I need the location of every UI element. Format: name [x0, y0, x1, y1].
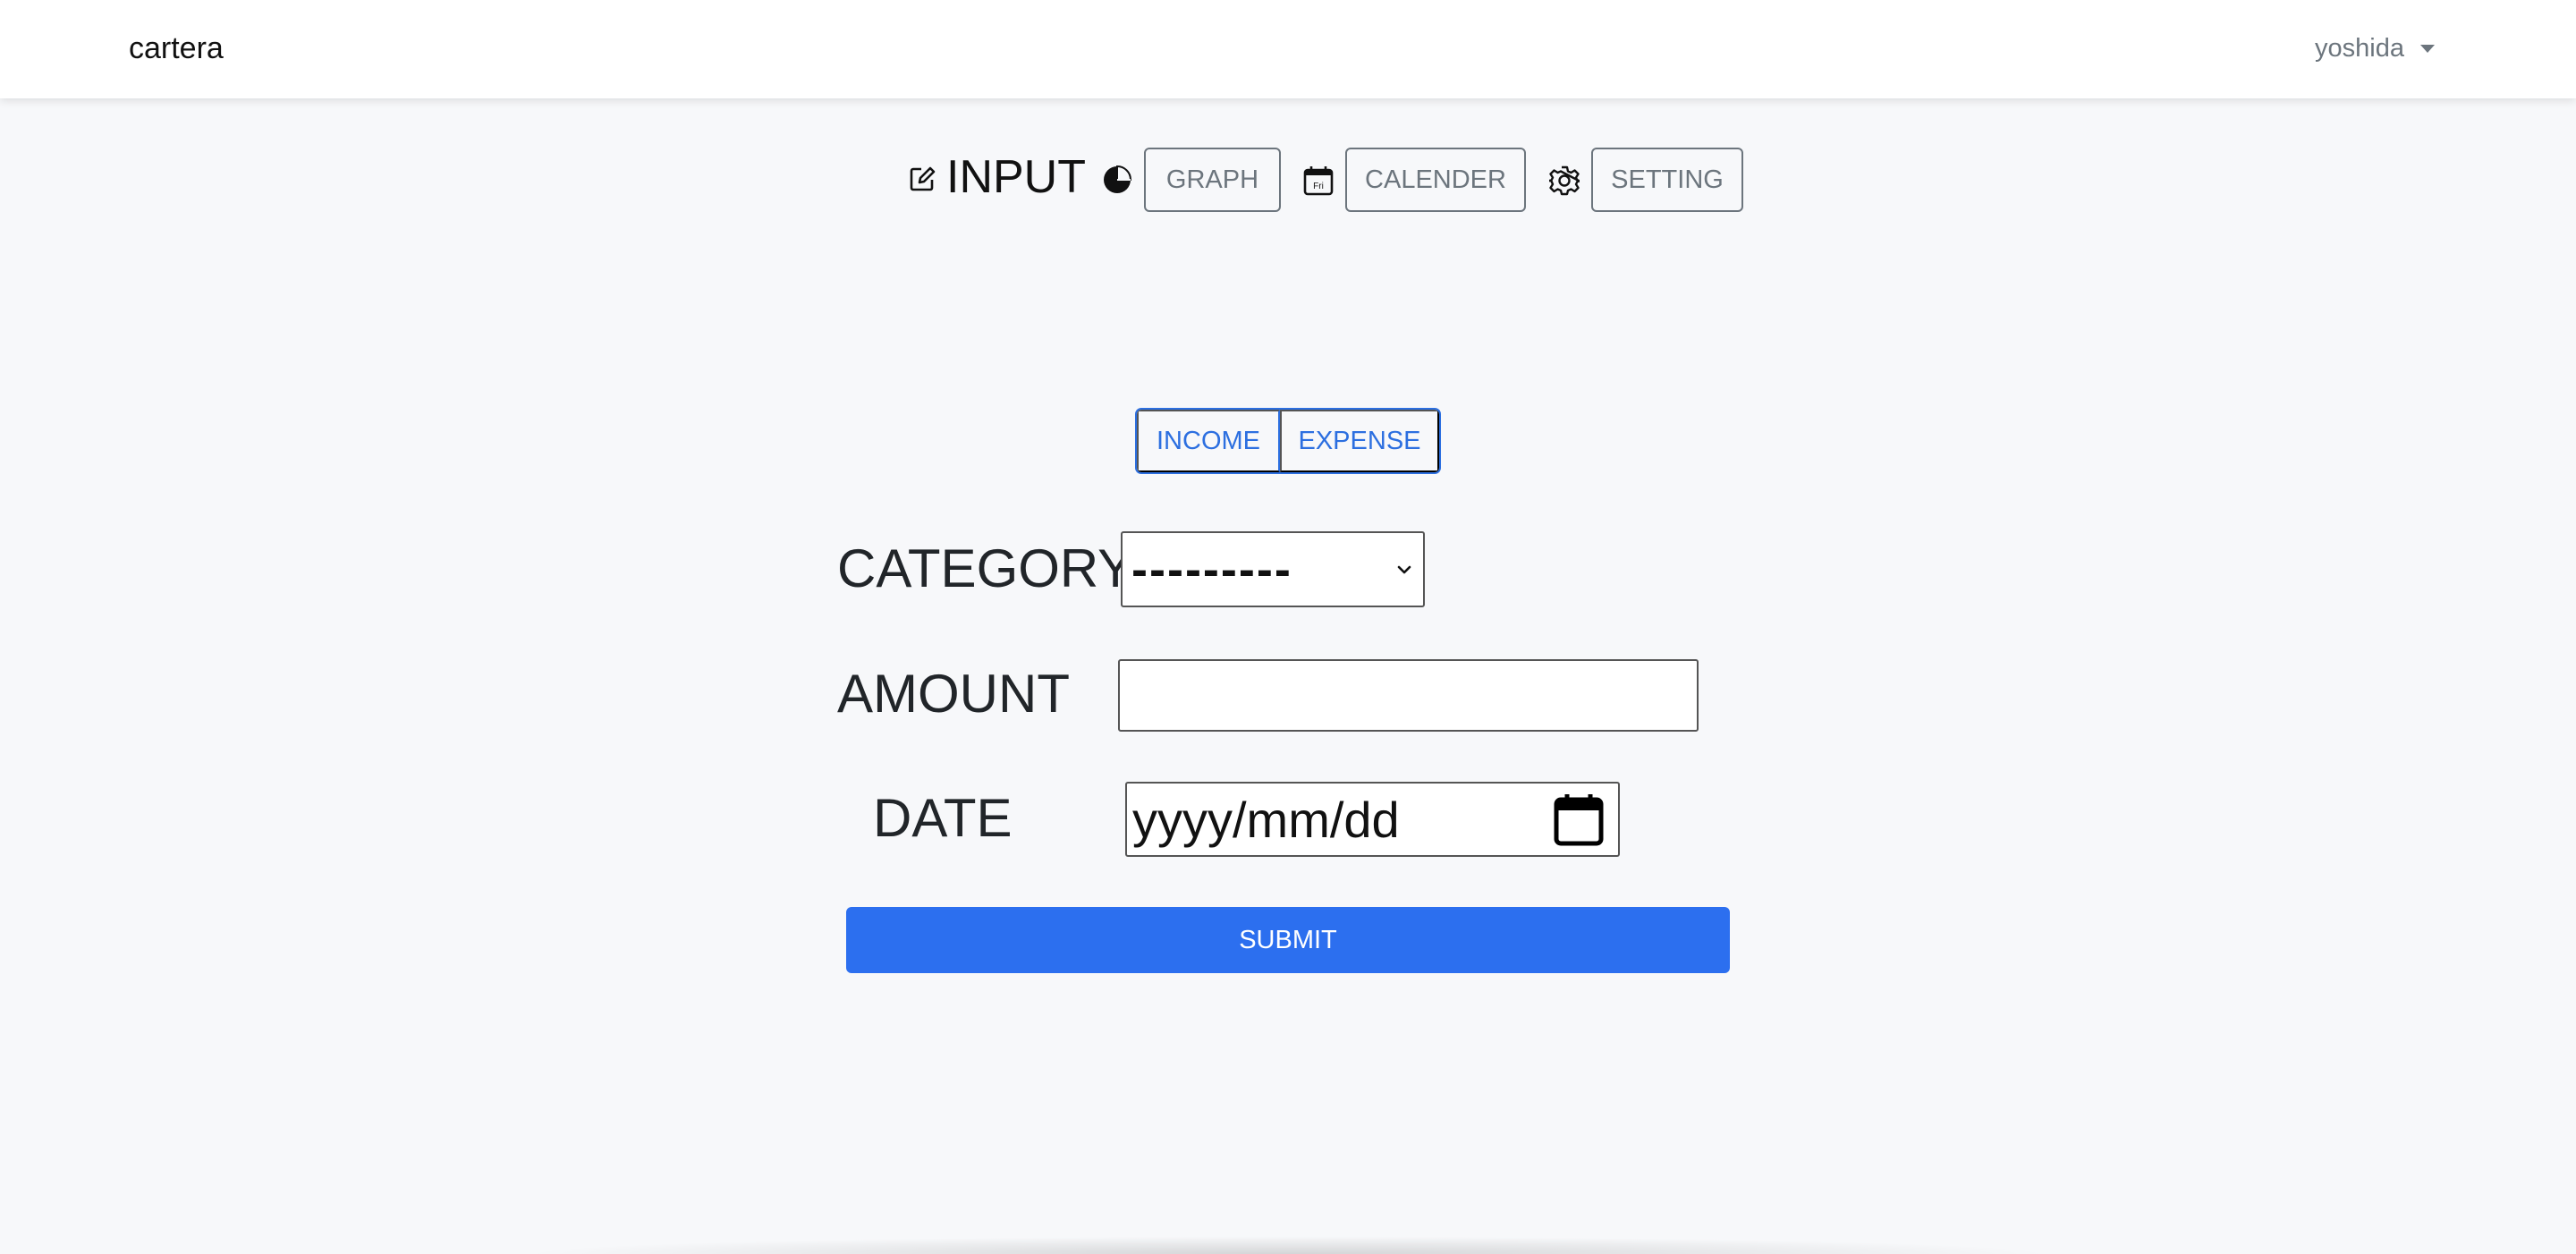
category-select[interactable]: ---------: [1121, 531, 1425, 607]
brand-logo[interactable]: cartera: [129, 27, 224, 70]
expense-button[interactable]: EXPENSE: [1280, 410, 1439, 472]
pencil-square-icon: [910, 166, 936, 191]
graph-button[interactable]: GRAPH: [1144, 148, 1281, 212]
income-expense-toggle: INCOME EXPENSE: [1135, 408, 1441, 474]
user-name: yoshida: [2315, 33, 2404, 63]
caret-down-icon: [2419, 44, 2435, 53]
bottom-panel-shadow: [519, 1236, 2057, 1254]
income-button[interactable]: INCOME: [1137, 410, 1280, 472]
calendar-icon: Fri: [1303, 166, 1334, 196]
gear-icon: [1549, 165, 1580, 196]
nav-input-title: INPUT: [946, 151, 1086, 203]
pie-chart-icon: [1104, 165, 1132, 193]
category-selected-value: ---------: [1131, 542, 1292, 597]
calendar-button[interactable]: CALENDER: [1345, 148, 1526, 212]
amount-label: AMOUNT: [837, 664, 1070, 724]
date-input[interactable]: yyyy/mm/dd: [1125, 782, 1620, 857]
user-dropdown[interactable]: yoshida: [2315, 27, 2435, 70]
submit-button[interactable]: SUBMIT: [846, 907, 1730, 973]
setting-button[interactable]: SETTING: [1591, 148, 1743, 212]
calendar-icon[interactable]: [1554, 792, 1604, 846]
category-label: CATEGORY: [837, 538, 1134, 598]
chevron-down-icon: [1397, 565, 1411, 573]
top-navbar: cartera yoshida: [0, 0, 2576, 98]
calendar-icon-text: Fri: [1313, 182, 1324, 191]
date-placeholder: yyyy/mm/dd: [1132, 791, 1400, 848]
date-label: DATE: [873, 788, 1013, 848]
amount-input[interactable]: [1118, 659, 1699, 732]
